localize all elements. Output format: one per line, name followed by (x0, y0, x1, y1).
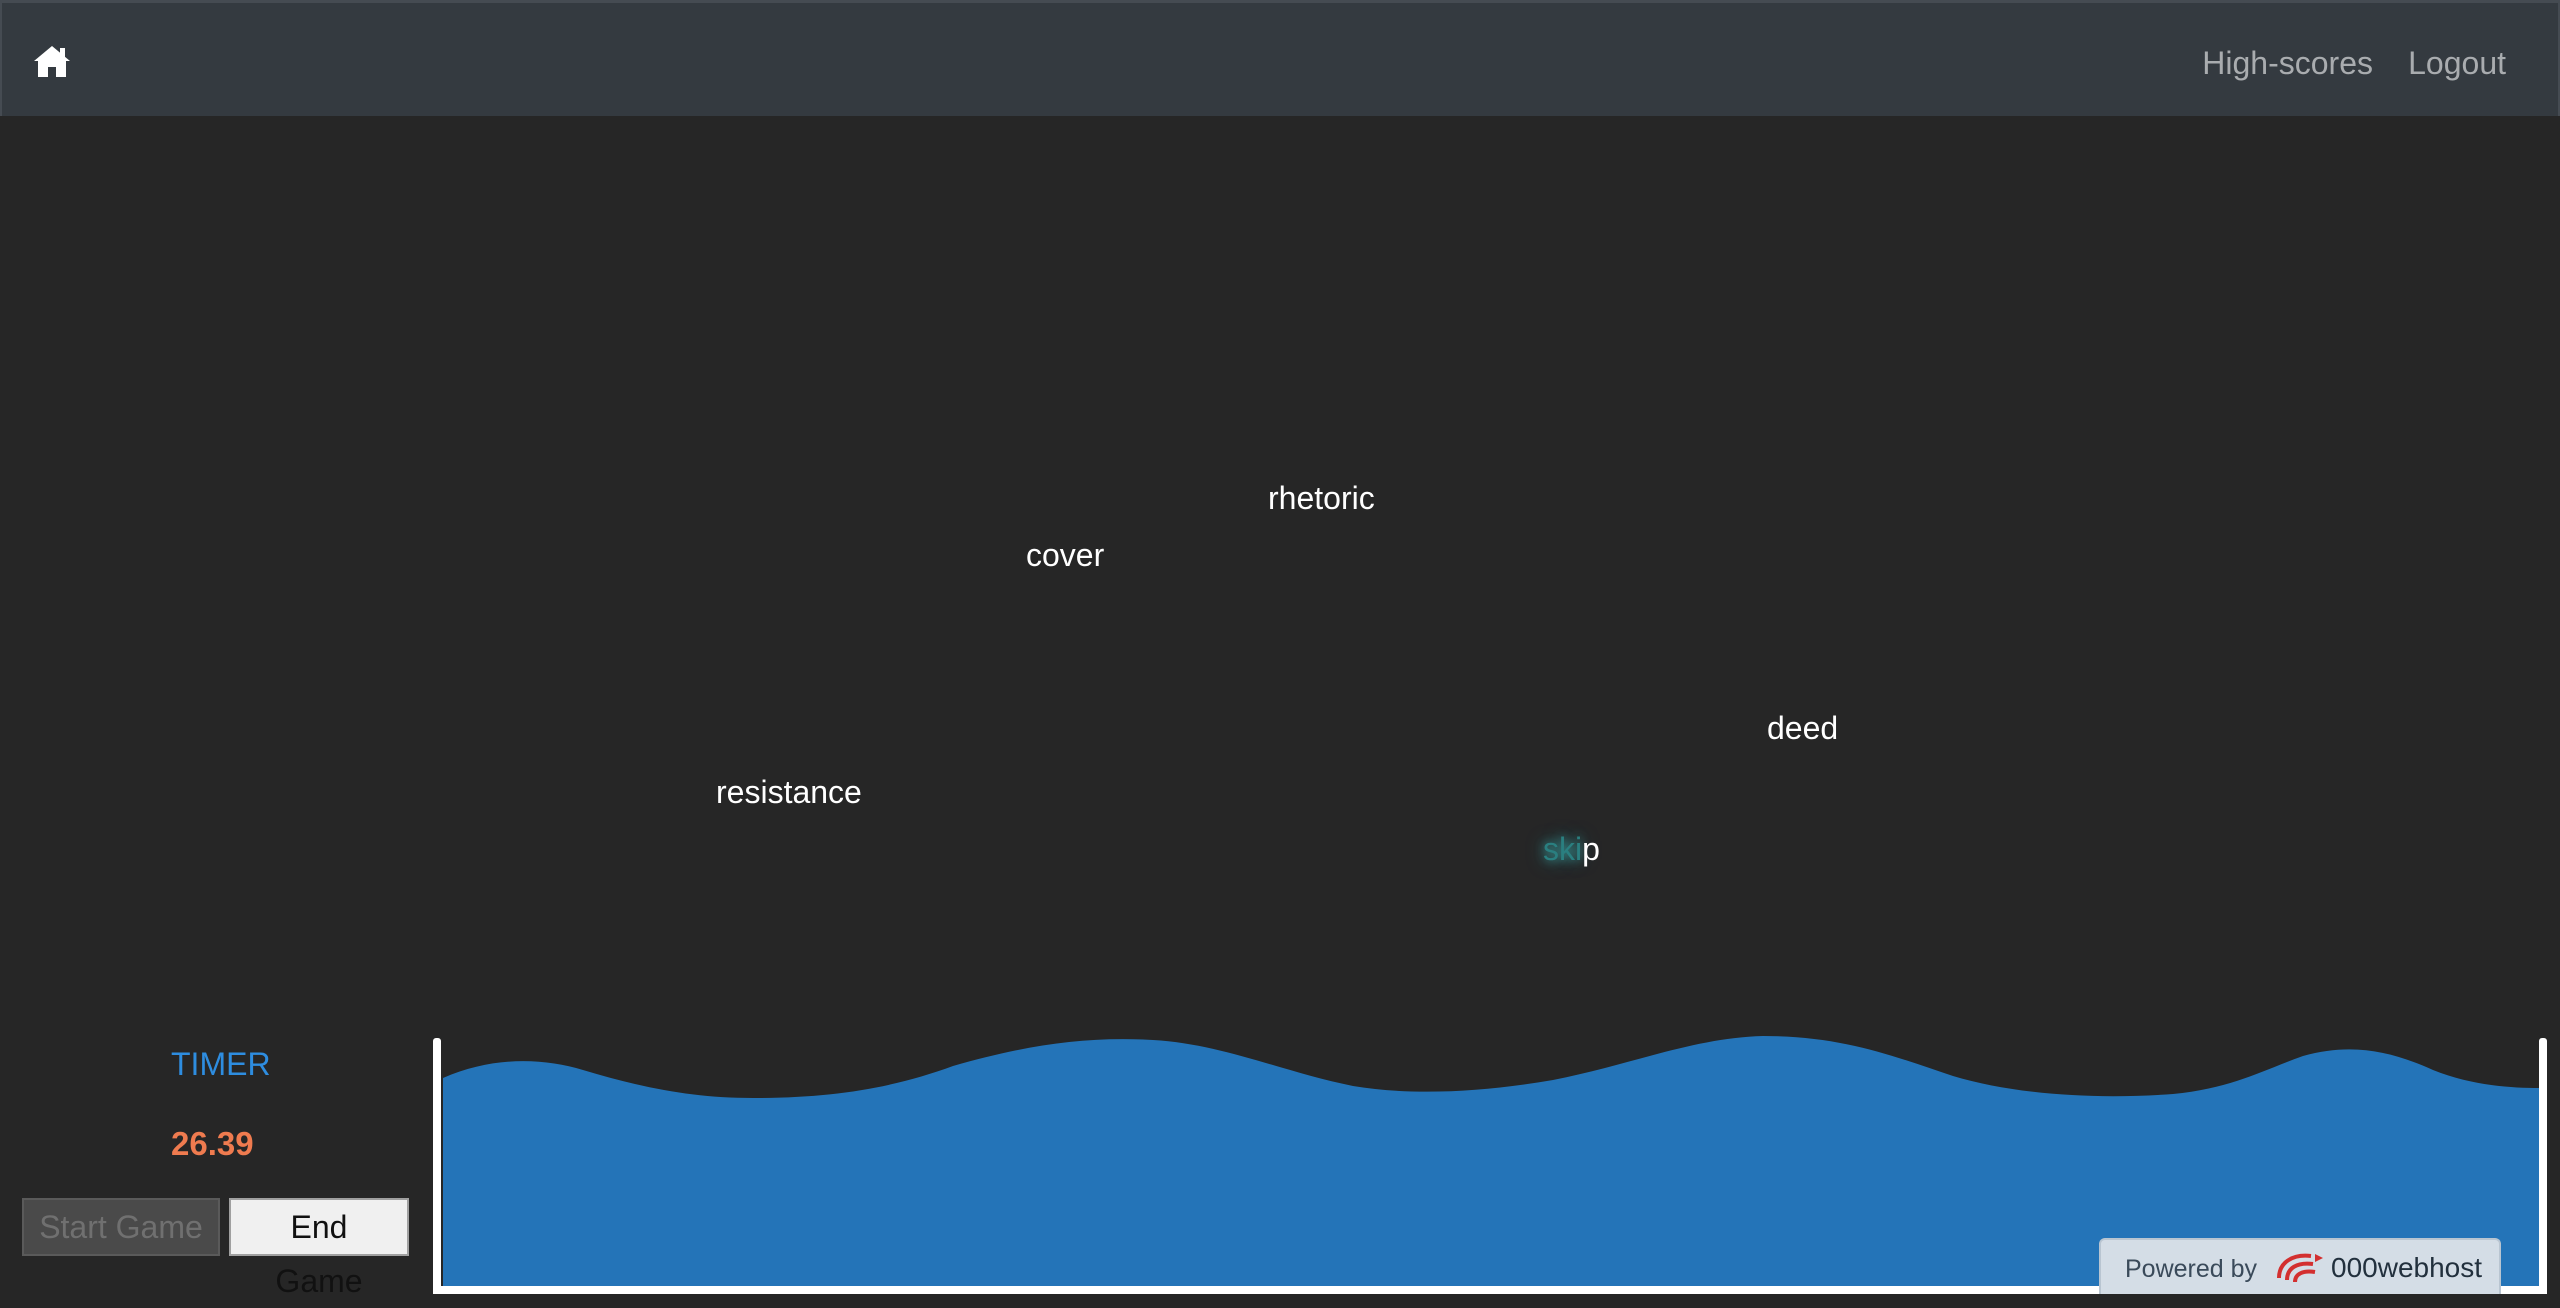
nav-link-high-scores[interactable]: High-scores (2202, 43, 2373, 83)
timer-value: 26.39 (171, 1125, 254, 1162)
tank-right-wall (2539, 1038, 2547, 1294)
start-game-button[interactable]: Start Game (22, 1198, 220, 1256)
falling-word: resistance (716, 774, 862, 810)
active-word: skip (1543, 829, 1600, 869)
timer-label: TIMER (171, 1046, 271, 1082)
powered-by-brand: 000webhost (2331, 1252, 2483, 1283)
remaining-letters: p (1582, 831, 1600, 867)
falling-word: cover (1026, 537, 1105, 573)
webhost-logo-icon (2271, 1248, 2327, 1288)
home-icon[interactable] (32, 43, 72, 79)
tank-left-wall (433, 1038, 441, 1294)
end-game-button[interactable]: End Game (229, 1198, 409, 1299)
powered-by-label: Powered by (2125, 1255, 2258, 1283)
falling-word: deed (1767, 710, 1839, 746)
nav-link-logout[interactable]: Logout (2408, 43, 2506, 83)
falling-word: rhetoric (1268, 480, 1375, 516)
top-navbar: High-scores Logout (0, 0, 2560, 116)
typed-letters: ski (1543, 831, 1583, 867)
powered-by-badge[interactable]: Powered by 000webhost (2099, 1238, 2501, 1294)
